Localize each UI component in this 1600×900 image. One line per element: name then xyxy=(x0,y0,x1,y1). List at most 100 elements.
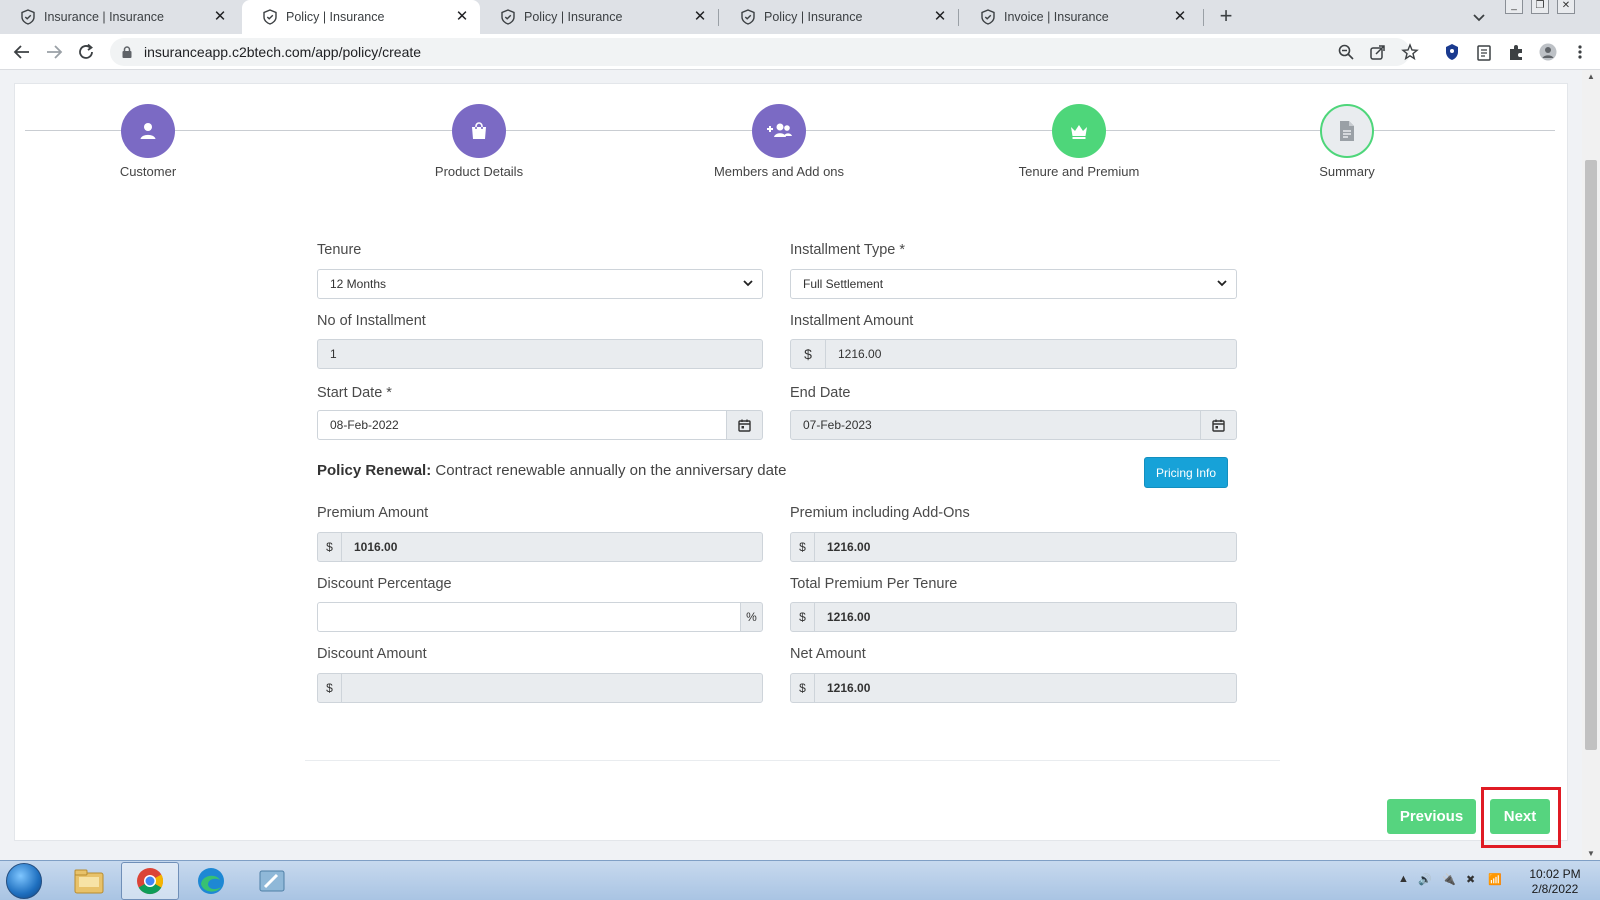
chrome-taskbar-icon[interactable] xyxy=(121,862,179,900)
back-arrow-icon[interactable] xyxy=(12,42,32,62)
calendar-icon xyxy=(1212,419,1225,432)
page-scrollbar[interactable]: ▲ ▼ xyxy=(1582,70,1600,860)
step-product-details[interactable]: Product Details xyxy=(379,104,579,179)
installment-amount-field[interactable]: 1216.00 xyxy=(825,339,1237,369)
network-warning-icon[interactable]: ✖ xyxy=(1466,873,1475,886)
chevron-down-icon[interactable] xyxy=(1470,8,1488,26)
premium-incl-addons-field[interactable]: 1216.00 xyxy=(814,532,1237,562)
browser-tab-policy[interactable]: Policy | Insurance ✕ xyxy=(720,0,958,34)
step-label: Tenure and Premium xyxy=(1018,164,1140,179)
shield-extension-icon[interactable] xyxy=(1443,43,1461,61)
step-circle xyxy=(452,104,506,158)
start-date-input[interactable]: 08-Feb-2022 xyxy=(317,410,727,440)
zoom-icon[interactable] xyxy=(1337,43,1355,61)
policy-renewal-label: Policy Renewal: xyxy=(317,462,432,479)
windows-taskbar: ▲ 🔊 🔌 ✖ 📶 10:02 PM 2/8/2022 xyxy=(0,860,1600,900)
new-tab-button[interactable]: + xyxy=(1214,5,1238,29)
browser-tab-policy-active[interactable]: Policy | Insurance ✕ xyxy=(242,0,480,34)
discount-amount-label: Discount Amount xyxy=(317,646,427,662)
form-divider xyxy=(305,760,1280,761)
pricing-info-button[interactable]: Pricing Info xyxy=(1144,457,1228,488)
total-premium-field[interactable]: 1216.00 xyxy=(814,602,1237,632)
close-icon[interactable]: ✕ xyxy=(454,9,470,25)
browser-tab-policy[interactable]: Policy | Insurance ✕ xyxy=(480,0,718,34)
installment-type-value: Full Settlement xyxy=(803,277,884,291)
net-amount-field[interactable]: 1216.00 xyxy=(814,673,1237,703)
tab-separator xyxy=(718,9,719,26)
puzzle-icon[interactable] xyxy=(1507,43,1525,61)
volume-icon[interactable]: 🔊 xyxy=(1418,873,1432,886)
installment-amount-value: 1216.00 xyxy=(838,347,882,361)
tab-separator xyxy=(1203,9,1204,26)
total-premium-value: 1216.00 xyxy=(827,610,871,624)
end-date-calendar-button[interactable] xyxy=(1200,410,1237,440)
document-icon xyxy=(1340,121,1354,141)
percent-addon: % xyxy=(740,602,763,632)
close-window-button[interactable]: ✕ xyxy=(1557,0,1575,14)
no-of-installment-field[interactable]: 1 xyxy=(317,339,763,369)
total-premium-label: Total Premium Per Tenure xyxy=(790,576,958,592)
premium-amount-field[interactable]: 1016.00 xyxy=(341,532,763,562)
scroll-up-arrow-icon[interactable]: ▲ xyxy=(1587,72,1595,81)
power-icon[interactable]: 🔌 xyxy=(1442,873,1456,886)
close-icon[interactable]: ✕ xyxy=(932,9,948,25)
browser-tab-insurance[interactable]: Insurance | Insurance ✕ xyxy=(0,0,238,34)
start-button[interactable] xyxy=(6,863,42,899)
tab-title: Invoice | Insurance xyxy=(1004,10,1109,24)
previous-button[interactable]: Previous xyxy=(1387,799,1476,834)
next-button-highlight xyxy=(1481,787,1561,848)
clipboard-extension-icon[interactable] xyxy=(1475,43,1493,61)
browser-tab-invoice[interactable]: Invoice | Insurance ✕ xyxy=(960,0,1198,34)
shopping-bag-icon xyxy=(472,122,486,139)
discount-percentage-label: Discount Percentage xyxy=(317,576,452,592)
menu-kebab-icon[interactable] xyxy=(1571,43,1589,61)
minimize-button[interactable]: _ xyxy=(1505,0,1523,14)
tray-expand-icon[interactable]: ▲ xyxy=(1398,873,1409,885)
discount-percentage-input[interactable] xyxy=(317,602,741,632)
users-plus-icon xyxy=(767,123,792,137)
step-tenure-premium[interactable]: Tenure and Premium xyxy=(979,104,1179,179)
close-icon[interactable]: ✕ xyxy=(1172,9,1188,25)
address-bar[interactable]: insuranceapp.c2btech.com/app/policy/crea… xyxy=(110,38,1410,66)
scroll-down-arrow-icon[interactable]: ▼ xyxy=(1587,849,1595,858)
shield-icon xyxy=(741,9,755,25)
end-date-field[interactable]: 07-Feb-2023 xyxy=(790,410,1201,440)
restore-button[interactable]: ❐ xyxy=(1531,0,1549,14)
app-taskbar-icon[interactable] xyxy=(243,862,301,900)
dollar-addon: $ xyxy=(317,532,342,562)
chevron-down-icon xyxy=(1217,280,1227,287)
step-customer[interactable]: Customer xyxy=(48,104,248,179)
step-summary[interactable]: Summary xyxy=(1247,104,1447,179)
share-icon[interactable] xyxy=(1369,43,1387,61)
dollar-addon: $ xyxy=(790,532,815,562)
reload-icon[interactable] xyxy=(76,42,96,62)
policy-renewal-note: Policy Renewal: Contract renewable annua… xyxy=(317,462,786,479)
system-clock[interactable]: 10:02 PM 2/8/2022 xyxy=(1520,867,1590,897)
installment-type-label: Installment Type * xyxy=(790,242,905,258)
user-icon xyxy=(140,123,156,139)
tab-title: Insurance | Insurance xyxy=(44,10,164,24)
start-date-calendar-button[interactable] xyxy=(726,410,763,440)
premium-incl-addons-value: 1216.00 xyxy=(827,540,871,554)
step-circle xyxy=(1320,104,1374,158)
close-icon[interactable]: ✕ xyxy=(212,9,228,25)
tenure-select[interactable]: 12 Months xyxy=(317,269,763,299)
discount-amount-field[interactable] xyxy=(341,673,763,703)
shield-icon xyxy=(263,9,277,25)
forward-arrow-icon[interactable] xyxy=(44,42,64,62)
tenure-label: Tenure xyxy=(317,242,362,258)
tab-separator xyxy=(958,9,959,26)
start-date-label: Start Date * xyxy=(317,385,392,401)
step-circle xyxy=(752,104,806,158)
premium-incl-addons-label: Premium including Add-Ons xyxy=(790,505,970,521)
step-members-addons[interactable]: Members and Add ons xyxy=(679,104,879,179)
step-circle xyxy=(121,104,175,158)
scroll-thumb[interactable] xyxy=(1585,160,1597,750)
installment-type-select[interactable]: Full Settlement xyxy=(790,269,1237,299)
signal-icon[interactable]: 📶 xyxy=(1488,873,1502,886)
edge-taskbar-icon[interactable] xyxy=(182,862,240,900)
file-explorer-taskbar-icon[interactable] xyxy=(60,862,118,900)
star-icon[interactable] xyxy=(1401,43,1419,61)
close-icon[interactable]: ✕ xyxy=(692,9,708,25)
profile-avatar-icon[interactable] xyxy=(1539,43,1557,61)
